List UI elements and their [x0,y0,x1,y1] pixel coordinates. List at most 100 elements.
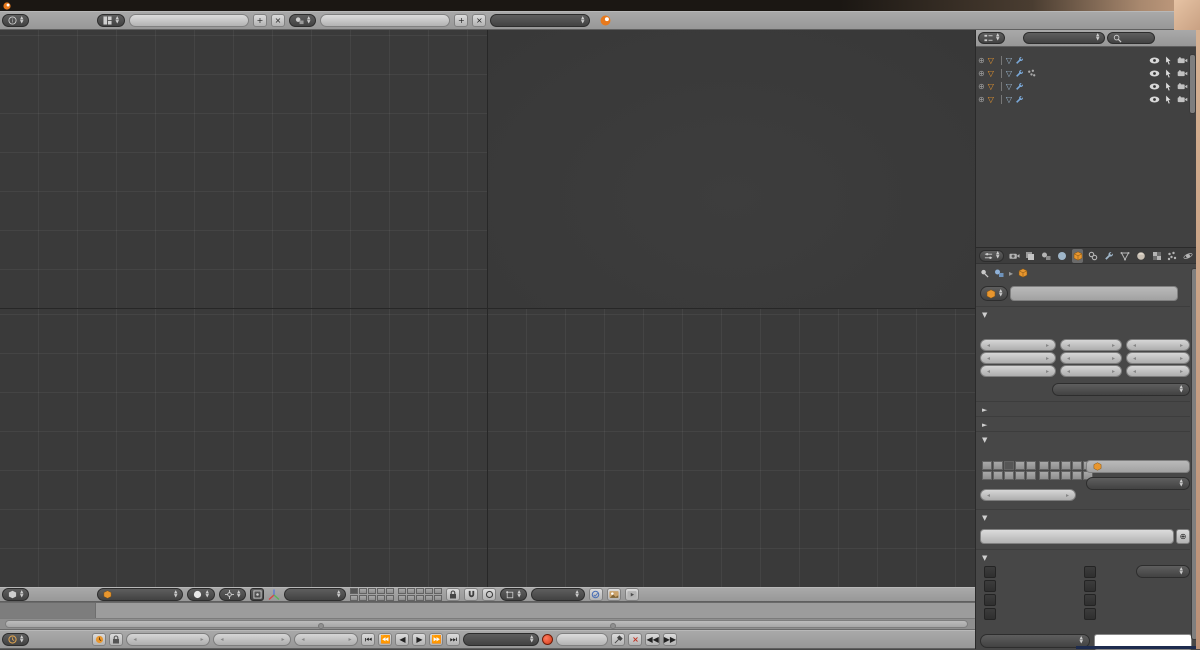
outliner-scrollbar[interactable] [1189,54,1196,114]
viewport-back-ortho[interactable] [0,309,487,587]
tab-world[interactable] [1056,249,1068,263]
display-bounds-checkbox[interactable] [1084,566,1101,578]
outliner-item-jacket-particles[interactable]: ⊕ ▽ | ▽ [978,80,1190,93]
selectability-cursor-icon[interactable] [1165,81,1172,92]
timeline-scrollbar[interactable] [5,620,968,629]
expand-icon[interactable]: ⊕ [978,82,985,91]
panel-header-relations[interactable] [982,434,992,445]
panel-header-transform-locks[interactable] [982,419,992,430]
editor-type-outliner-button[interactable] [978,32,1006,44]
renderability-camera-icon[interactable] [1177,57,1188,64]
tab-object[interactable] [1071,248,1084,263]
add-layout-button[interactable]: + [252,14,267,27]
manipulator-axis-icon[interactable] [268,589,280,601]
add-to-group-button[interactable] [980,529,1174,544]
tab-modifiers[interactable] [1103,249,1115,263]
display-transparency-checkbox[interactable] [1084,608,1101,620]
viewport-user-persp[interactable] [488,30,975,308]
keying-set-field[interactable] [556,633,609,646]
play-reverse-button[interactable]: ◀ [395,633,410,646]
tab-physics[interactable] [1182,249,1194,263]
renderability-camera-icon[interactable] [1177,83,1188,90]
display-axis-checkbox[interactable] [984,580,1001,592]
add-scene-button[interactable]: + [454,14,469,27]
renderability-camera-icon[interactable] [1177,70,1188,77]
pin-icon[interactable] [980,269,989,278]
max-draw-type-select[interactable] [980,634,1090,648]
parent-field[interactable] [1086,460,1190,473]
layers-grid-right[interactable] [1039,461,1093,480]
editor-type-info-button[interactable]: i [2,14,30,27]
jump-to-start-button[interactable]: ⏮ [361,633,376,646]
pass-index-field[interactable] [980,489,1076,501]
scrollbar-handle-left[interactable] [318,623,324,629]
panel-header-delta-transform[interactable] [982,404,992,415]
layers-grid-left[interactable] [982,461,1036,480]
tab-material[interactable] [1135,249,1147,263]
auto-keyframe-record-button[interactable] [542,634,554,645]
tab-scene[interactable] [1040,249,1052,263]
object-id-icon-button[interactable] [980,286,1009,301]
snap-target-select[interactable] [530,588,585,601]
editor-type-timeline-button[interactable] [2,633,30,646]
parent-type-select[interactable] [1086,477,1190,490]
panel-header-display[interactable] [982,552,992,563]
tab-render-layers[interactable] [1024,249,1036,263]
display-name-checkbox[interactable] [984,566,1001,578]
tab-texture[interactable] [1151,249,1163,263]
location-y-field[interactable] [980,352,1056,364]
end-frame-field[interactable] [213,633,292,646]
scale-y-field[interactable] [1126,352,1190,364]
next-keyframe-button[interactable]: ▶▶ [662,633,678,646]
jump-to-end-button[interactable]: ⏭ [446,633,461,646]
viewport-shading-select[interactable] [187,588,215,601]
viewport-top-ortho[interactable] [0,30,487,308]
scene-breadcrumb-icon[interactable] [994,268,1004,278]
render-opengl-button[interactable] [606,588,621,601]
display-xray-checkbox[interactable] [1084,594,1101,606]
scrollbar-handle-right[interactable] [610,623,616,629]
rotation-z-field[interactable] [1060,365,1122,377]
tab-particles[interactable] [1166,249,1178,263]
visibility-eye-icon[interactable] [1149,96,1160,103]
selectability-cursor-icon[interactable] [1165,55,1172,66]
scene-field[interactable] [320,14,451,27]
tab-object-data[interactable] [1119,249,1131,263]
tab-render[interactable] [1008,249,1020,263]
location-x-field[interactable] [980,339,1056,351]
editor-type-properties-button[interactable] [979,249,1005,262]
snap-peel-toggle[interactable] [482,588,497,601]
current-frame-field[interactable] [294,633,359,646]
mode-select[interactable] [97,588,184,601]
bounds-type-select[interactable] [1136,565,1190,578]
selectability-cursor-icon[interactable] [1165,94,1172,105]
view3d-layers-grid-left[interactable] [350,588,395,601]
expand-icon[interactable]: ⊕ [978,56,985,65]
visibility-eye-icon[interactable] [1149,57,1160,64]
play-button[interactable]: ▶ [412,633,427,646]
screen-layout-icon-button[interactable] [97,14,125,27]
scale-x-field[interactable] [1126,339,1190,351]
panel-header-transform[interactable] [982,309,992,320]
outliner-filter-select[interactable] [1023,32,1106,44]
location-z-field[interactable] [980,365,1056,377]
panel-header-groups[interactable] [982,512,992,523]
expand-icon[interactable]: ⊕ [978,69,985,78]
delete-keyframe-button[interactable]: × [628,633,643,646]
jump-prev-keyframe-button[interactable]: ⏪ [378,633,393,646]
scene-icon-button[interactable] [288,14,317,27]
view3d-layers-grid-right[interactable] [398,588,443,601]
screen-layout-field[interactable] [128,14,249,27]
lock-camera-toggle[interactable] [446,588,461,601]
scale-z-field[interactable] [1126,365,1190,377]
editor-type-3dview-button[interactable] [2,588,30,601]
tab-constraints[interactable] [1087,249,1099,263]
snap-element-select[interactable] [500,588,527,601]
renderability-camera-icon[interactable] [1177,96,1188,103]
jump-next-keyframe-button[interactable]: ⏩ [429,633,444,646]
visibility-eye-icon[interactable] [1149,70,1160,77]
rotation-mode-select[interactable] [1052,383,1190,396]
outliner-item-jacket-base[interactable]: ⊕ ▽ | ▽ [978,67,1190,80]
viewport-right-ortho[interactable] [488,309,975,587]
delete-layout-button[interactable]: × [270,14,285,27]
